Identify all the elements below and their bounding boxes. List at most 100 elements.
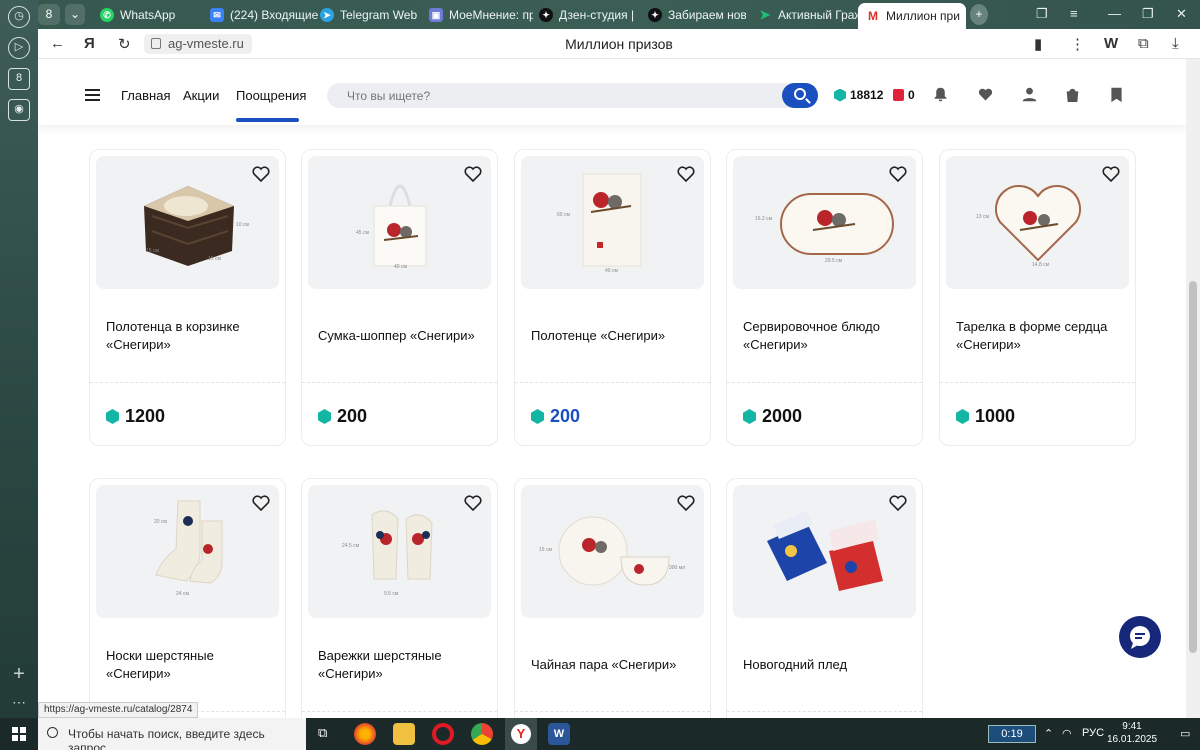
firefox-icon[interactable]	[354, 723, 376, 745]
favorite-heart-icon[interactable]	[1101, 164, 1121, 184]
product-card[interactable]: 16.2 см 29.5 см Сервировочное блюдо «Сне…	[726, 149, 923, 446]
tab-ag[interactable]: ➤ Активный Граж	[754, 4, 858, 25]
taskbar-search[interactable]: Чтобы начать поиск, введите здесь запрос	[38, 718, 306, 750]
new-tab-icon[interactable]: +	[970, 4, 988, 25]
share-icon[interactable]: ⧉	[1138, 35, 1149, 52]
notifications-icon[interactable]: ▭	[1180, 727, 1190, 740]
tab-counter[interactable]: 8	[38, 4, 60, 25]
network-icon[interactable]: ◠	[1062, 727, 1072, 740]
tab-dzen[interactable]: ✦ Забираем новы	[644, 4, 746, 25]
restore-icon[interactable]: ❐	[1142, 6, 1154, 22]
tabs-dropdown-icon[interactable]: ⌄	[65, 4, 85, 25]
favorite-heart-icon[interactable]	[676, 493, 696, 513]
favorite-heart-icon[interactable]	[251, 493, 271, 513]
bag-icon[interactable]	[1064, 86, 1081, 103]
bell-icon[interactable]	[932, 86, 949, 103]
product-name[interactable]: Чайная пара «Снегири»	[531, 656, 701, 674]
nav-home[interactable]: Главная	[121, 88, 170, 103]
favorite-heart-icon[interactable]	[888, 164, 908, 184]
product-card[interactable]: 10 см 15 см 15 см Полотенца в корзинке «…	[89, 149, 286, 446]
product-name[interactable]: Варежки шерстяные «Снегири»	[318, 647, 488, 683]
gem-icon	[834, 88, 846, 102]
screenshot-icon[interactable]: ◉	[8, 99, 30, 121]
product-name[interactable]: Тарелка в форме сердца «Снегири»	[956, 318, 1126, 354]
clock[interactable]: 9:41 16.01.2025	[1107, 720, 1157, 746]
tab-active[interactable]: M Миллион при ✕	[858, 3, 966, 29]
points-balance[interactable]: 18812	[834, 88, 883, 102]
add-panel-icon[interactable]: +	[8, 664, 30, 686]
download-icon[interactable]: ⤓	[1172, 35, 1179, 52]
product-name[interactable]: Носки шерстяные «Снегири»	[106, 647, 276, 683]
favorite-heart-icon[interactable]	[251, 164, 271, 184]
gem-icon	[531, 409, 544, 424]
gem-icon	[956, 409, 969, 424]
favorite-heart-icon[interactable]	[463, 493, 483, 513]
windows-start-icon[interactable]	[12, 727, 26, 741]
menu-icon[interactable]: ≡	[1070, 6, 1078, 21]
product-name[interactable]: Полотенца в корзинке «Снегири»	[106, 318, 276, 354]
tab-dzen-studio[interactable]: ✦ Дзен-студия | З	[535, 4, 637, 25]
yandex-browser-icon: Y	[511, 724, 531, 744]
product-card[interactable]: Новогодний плед	[726, 478, 923, 718]
task-view-icon[interactable]: ⧉	[318, 725, 327, 741]
timer-widget[interactable]: 0:19	[988, 725, 1036, 743]
product-card[interactable]: 24.5 см 9.5 см Варежки шерстяные «Снегир…	[301, 478, 498, 718]
favorite-heart-icon[interactable]	[463, 164, 483, 184]
red-points-value: 0	[908, 88, 915, 102]
nav-rewards[interactable]: Поощрения	[236, 88, 306, 103]
w-extension-icon[interactable]: W	[1104, 35, 1118, 52]
tray-chevron-icon[interactable]: ⌃	[1044, 727, 1053, 740]
language-indicator[interactable]: РУС	[1082, 727, 1104, 739]
product-name[interactable]: Сумка-шоппер «Снегири»	[318, 327, 488, 345]
product-card[interactable]: 45 см 40 см Сумка-шоппер «Снегири» 200	[301, 149, 498, 446]
more-icon[interactable]: ⋯	[8, 692, 30, 714]
close-window-icon[interactable]: ✕	[1176, 6, 1187, 22]
chat-bubble-icon	[1130, 626, 1150, 649]
product-name[interactable]: Новогодний плед	[743, 656, 913, 674]
tab-whatsapp[interactable]: ✆ WhatsApp	[96, 4, 196, 25]
product-card[interactable]: 20 см 24 см Носки шерстяные «Снегири»	[89, 478, 286, 718]
product-card[interactable]: 15 см 300 мл Чайная пара «Снегири»	[514, 478, 711, 718]
yandex-browser-task[interactable]: Y	[505, 718, 537, 750]
collections-icon[interactable]: ❐	[1036, 6, 1048, 22]
dim-label: 24 см	[176, 591, 189, 597]
word-icon[interactable]: W	[548, 723, 570, 745]
mail-icon: ✉	[210, 7, 224, 22]
divider	[727, 382, 922, 383]
product-name[interactable]: Полотенце «Снегири»	[531, 327, 701, 345]
profile-icon[interactable]	[1021, 86, 1038, 103]
search-button[interactable]	[782, 83, 818, 108]
play-icon[interactable]: ▷	[8, 37, 30, 59]
opera-icon[interactable]	[432, 723, 454, 745]
favorites-icon[interactable]	[977, 86, 994, 103]
status-url: https://ag-vmeste.ru/catalog/2874	[38, 702, 199, 718]
chrome-icon[interactable]	[471, 723, 493, 745]
tab-telegram[interactable]: ➤ Telegram Web	[316, 4, 424, 25]
tab-label: WhatsApp	[120, 7, 176, 22]
scrollbar-thumb[interactable]	[1189, 281, 1197, 653]
product-name[interactable]: Сервировочное блюдо «Снегири»	[743, 318, 913, 354]
gem-icon	[318, 409, 331, 424]
product-card[interactable]: 13 см 14.8 см Тарелка в форме сердца «Сн…	[939, 149, 1136, 446]
page-menu-icon[interactable]: ⋮	[1070, 35, 1085, 53]
bookmark-site-icon[interactable]	[1108, 86, 1125, 103]
explorer-icon[interactable]	[393, 723, 415, 745]
favorite-heart-icon[interactable]	[676, 164, 696, 184]
chat-button[interactable]	[1119, 616, 1161, 658]
nav-promotions[interactable]: Акции	[183, 88, 219, 103]
clock-date: 16.01.2025	[1107, 734, 1158, 745]
tab-mail[interactable]: ✉ (224) Входящие	[206, 4, 324, 25]
menu-burger-icon[interactable]	[85, 89, 100, 101]
divider	[727, 711, 922, 712]
favorite-heart-icon[interactable]	[888, 493, 908, 513]
bookmark-icon[interactable]: ▮	[1034, 35, 1042, 53]
history-icon[interactable]: ◷	[8, 6, 30, 28]
search-input[interactable]	[347, 89, 767, 103]
page-scrollbar[interactable]	[1186, 59, 1200, 718]
divider	[90, 382, 285, 383]
minimize-icon[interactable]: —	[1108, 6, 1121, 21]
product-card[interactable]: 60 см 40 см Полотенце «Снегири» 200	[514, 149, 711, 446]
tab-moemnenie[interactable]: ▣ МоеМнение: пр	[425, 4, 533, 25]
tab-counter-icon[interactable]: 8	[8, 68, 30, 90]
red-balance[interactable]: 0	[893, 88, 915, 102]
